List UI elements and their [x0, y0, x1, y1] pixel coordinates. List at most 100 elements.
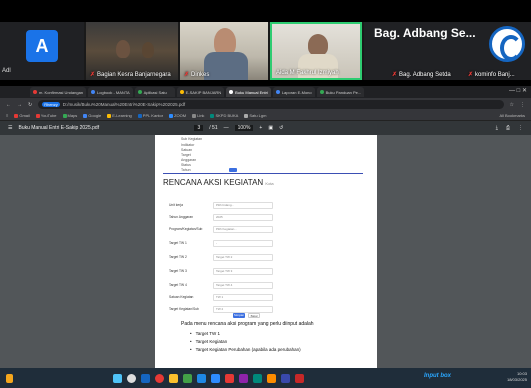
instruction-text: Pada menu rencana aksi program yang perl… [181, 321, 314, 327]
app-icon[interactable] [281, 373, 290, 383]
field-label: Tahun Anggaran [169, 215, 194, 219]
person-shape [204, 52, 248, 80]
participant-label: ✗ kominfo Banj... [468, 72, 515, 78]
zoom-in-button[interactable]: + [259, 125, 262, 131]
bookmark-item[interactable]: SKPD BUKA [210, 113, 238, 118]
browser-tab[interactable]: m. Konfirmasi Undangan [30, 87, 87, 97]
browser-tab[interactable]: Buku Panduan Pe... [316, 87, 365, 97]
bookmark-item[interactable]: Google [83, 113, 101, 118]
bookmark-item[interactable]: Maps [62, 113, 77, 118]
participant-label: ✗ Bag. Adbang Setda [392, 72, 451, 78]
target-tw1-field: - [213, 240, 273, 247]
app-icon[interactable] [253, 373, 262, 383]
browser-tab-active[interactable]: Buku Manual Entri [226, 87, 271, 97]
participant-name: Adl [2, 68, 11, 74]
target-kegiatan-field: TW 2 [213, 306, 273, 313]
bookmark-item[interactable]: E-Learning [107, 113, 132, 118]
pdf-viewport[interactable]: Sub Kegiatan Indikator Satuan Target Ang… [0, 135, 531, 368]
zoom-out-button[interactable]: — [224, 125, 229, 131]
more-icon[interactable]: ⋮ [518, 125, 523, 131]
page-number-input[interactable]: 3 [194, 125, 204, 131]
browser-tab[interactable]: Logbook - MANTA [88, 87, 133, 97]
task-view-icon[interactable] [141, 373, 150, 383]
pdf-menu-icon[interactable]: ☰ [8, 125, 12, 131]
person-shape [142, 42, 154, 58]
pdf-app-icon[interactable] [225, 373, 234, 383]
excel-icon[interactable] [183, 373, 192, 383]
participant-tile-kesra[interactable]: ✗ Bagian Kesra Banjarnegara [86, 22, 178, 80]
bookmark-item[interactable]: PPL Kantor [137, 113, 163, 118]
reload-icon[interactable]: ↻ [28, 102, 32, 108]
tab-favicon-icon [229, 90, 234, 94]
back-icon[interactable]: ← [6, 102, 11, 108]
window-controls[interactable]: — □ ✕ [509, 87, 527, 94]
target-tw2-field: Target TW 2 [213, 254, 273, 261]
form-top-label: Tahun [181, 168, 191, 172]
target-tw4-field: Target TW 4 [213, 282, 273, 289]
mic-off-icon: ✗ [468, 72, 474, 78]
field-label: Target TW 1 [169, 241, 187, 245]
form-top-label: Satuan [181, 148, 193, 152]
tab-favicon-icon [33, 90, 37, 94]
person-shape [308, 34, 328, 56]
participant-label: Aida M Fakhrul Izmiyah [276, 70, 339, 76]
participant-label: ✗ Bagian Kesra Banjarnegara [90, 72, 171, 78]
url-input[interactable]: Rhenzy D:/musik/Buku%20Manual%20Entri%20… [38, 100, 504, 109]
download-icon[interactable]: ⤓ [496, 125, 498, 131]
bookmark-item[interactable]: ZOOM [169, 113, 186, 118]
bookmark-star-icon[interactable]: ☆ [510, 102, 514, 108]
participant-tile-dinkes[interactable]: ✗ Dinkes [180, 22, 268, 80]
kabupaten-logo-icon [489, 26, 525, 62]
mic-off-icon: ✗ [184, 72, 190, 78]
bookmark-item[interactable]: YouTube [35, 113, 57, 118]
bookmark-item[interactable]: Satu Lgm [244, 113, 266, 118]
browser-tab[interactable]: Aplikasi Satu [134, 87, 175, 97]
clock[interactable]: 10:03 18/03/2025 [507, 371, 527, 383]
participant-avatar: A [26, 30, 58, 62]
app-icon[interactable] [295, 373, 304, 383]
tab-favicon-icon [275, 90, 280, 94]
input-box-notification[interactable]: Input box [424, 373, 451, 379]
file-explorer-icon[interactable] [169, 373, 178, 383]
profile-chip: Rhenzy [42, 102, 60, 107]
browser-tab[interactable]: E-SAKIP BANJARN [176, 87, 225, 97]
chrome-icon[interactable] [155, 373, 164, 383]
participant-tile-speaker[interactable]: Aida M Fakhrul Izmiyah [270, 22, 362, 80]
field-label: Unit kerja [169, 203, 183, 207]
all-bookmarks-link[interactable]: All Bookmarks [499, 113, 525, 118]
forward-icon[interactable]: → [17, 102, 22, 108]
field-label: Program/Kegiatan/Sub [169, 227, 203, 231]
page-total: / 51 [209, 125, 218, 131]
unit-kerja-field: Pilih bidang... [213, 202, 273, 209]
fit-page-icon[interactable]: ▣ [268, 125, 273, 131]
cancel-button: Batal [248, 313, 260, 318]
participant-label: ✗ Dinkes [184, 72, 210, 78]
mic-off-icon: ✗ [392, 72, 398, 78]
browser-window: m. Konfirmasi Undangan Logbook - MANTA A… [0, 86, 531, 368]
zoom-input[interactable]: 100% [234, 125, 254, 131]
search-icon[interactable] [127, 373, 136, 383]
participant-tile-a[interactable]: A Adl [0, 22, 84, 80]
word-icon[interactable] [197, 373, 206, 383]
bookmark-item[interactable]: Gmail [14, 113, 30, 118]
tab-favicon-icon [137, 90, 142, 94]
field-label: Target Kegiatan/Sub [169, 307, 199, 311]
form-top-label: Target [181, 153, 191, 157]
satuan-field: TW 1 [213, 294, 273, 301]
participant-tile-adbang[interactable]: Bag. Adbang Se... ✗ Bag. Adbang Setda ✗ ko… [364, 22, 531, 80]
apps-icon[interactable]: ≡ [6, 113, 8, 118]
weather-icon[interactable] [6, 373, 13, 383]
pdf-right-actions: ⤓ ⎙ ⋮ [496, 125, 523, 131]
menu-icon[interactable]: ⋮ [520, 102, 525, 108]
browser-tab[interactable]: Laporan E-Mono [272, 87, 315, 97]
bookmark-item[interactable]: Link [192, 113, 204, 118]
print-icon[interactable]: ⎙ [506, 125, 510, 131]
zoom-app-icon[interactable] [211, 373, 220, 383]
app-icon[interactable] [267, 373, 276, 383]
field-label: Satuan Kegiatan [169, 295, 194, 299]
person-shape [116, 40, 130, 58]
rotate-icon[interactable]: ↺ [279, 125, 283, 131]
app-icon[interactable] [239, 373, 248, 383]
taskbar: Input box 10:03 18/03/2025 [0, 368, 531, 388]
start-icon[interactable] [113, 373, 122, 383]
